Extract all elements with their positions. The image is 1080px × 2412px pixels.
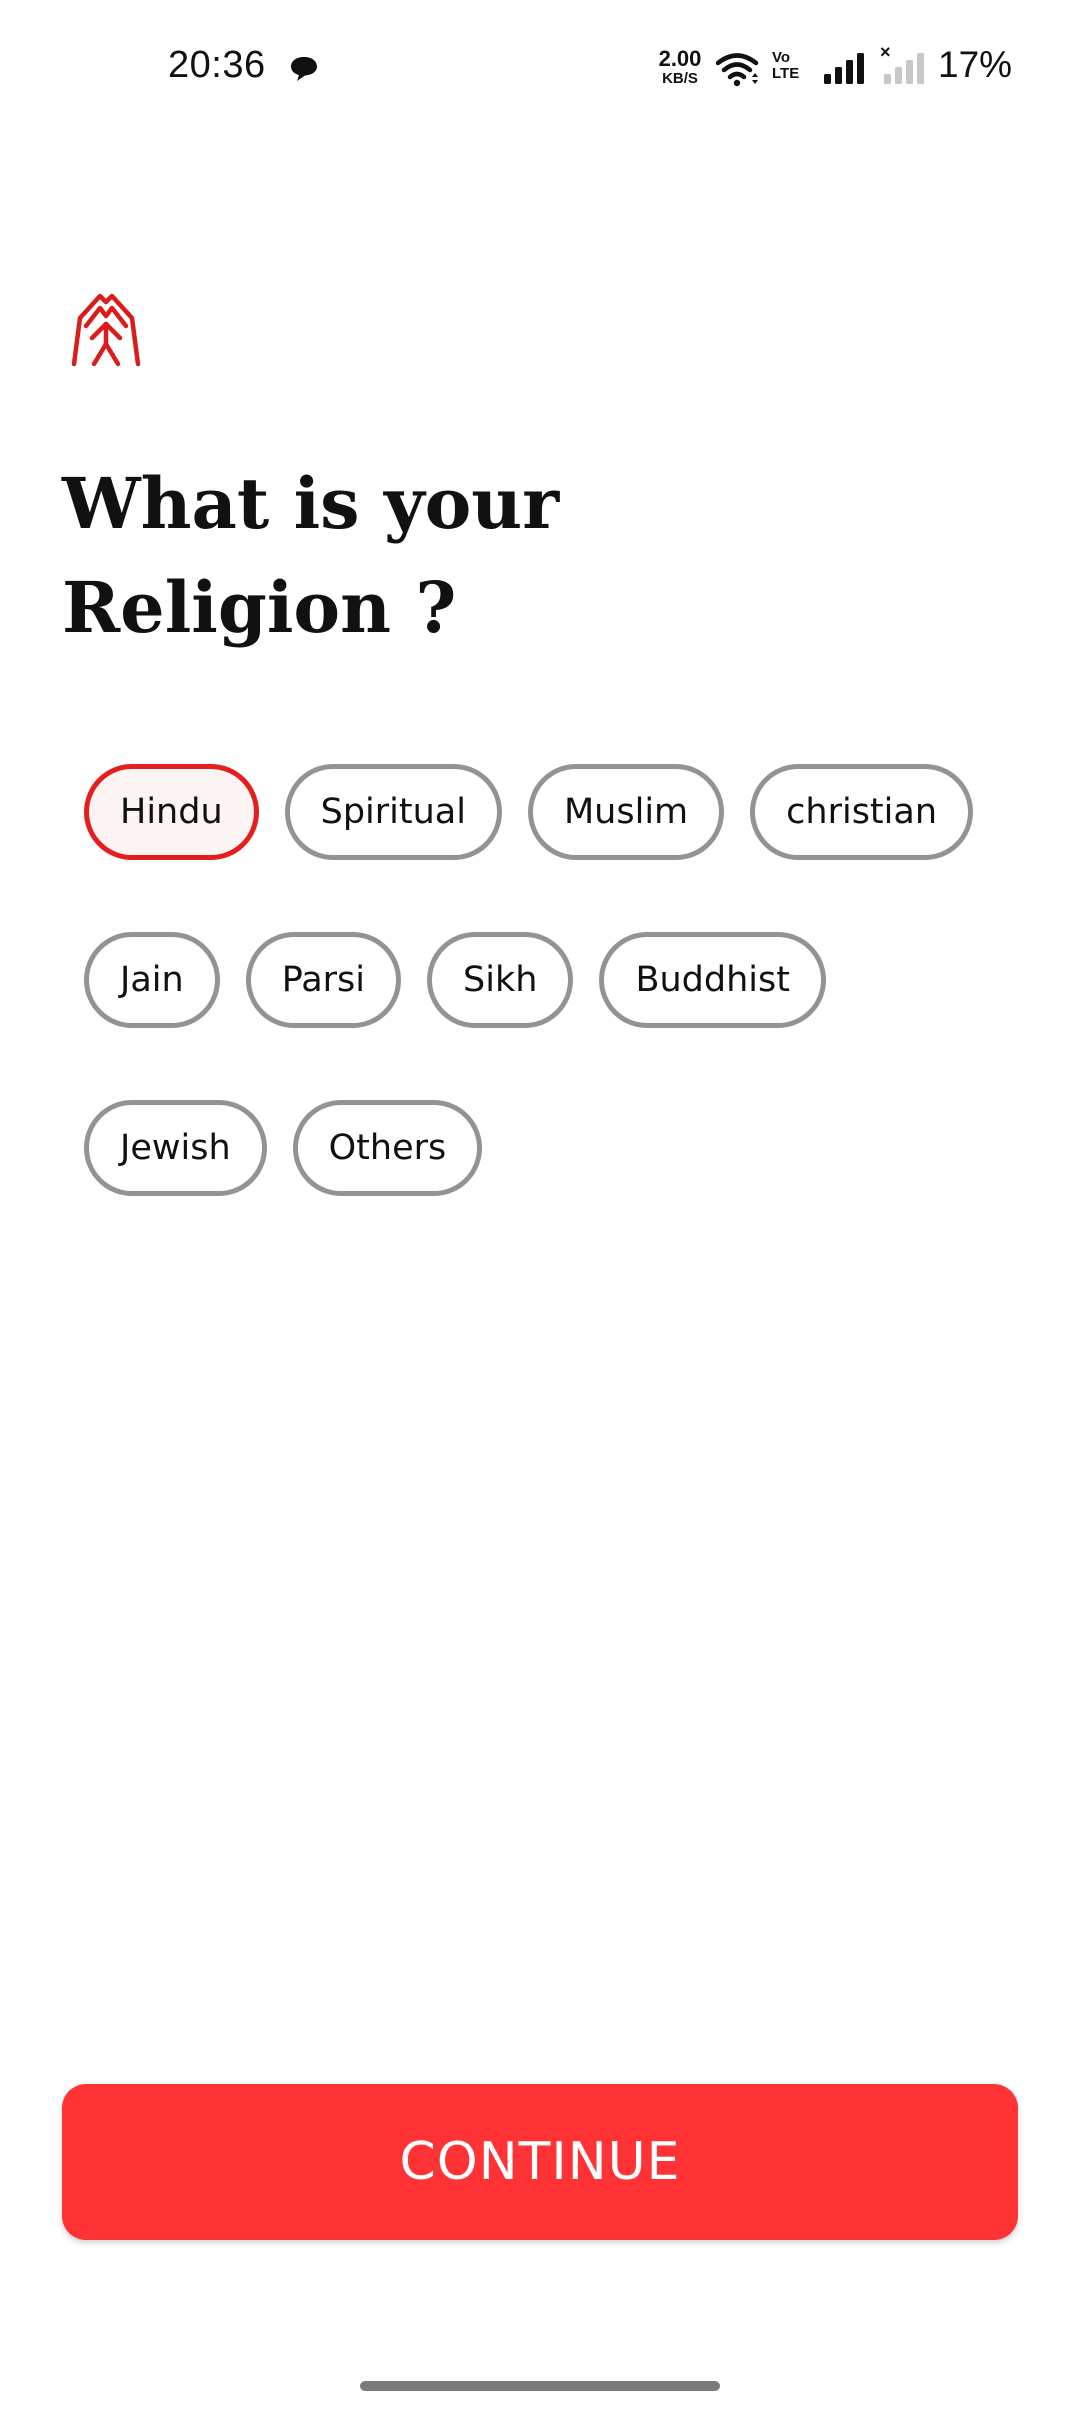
option-chip-buddhist[interactable]: Buddhist [599, 932, 826, 1028]
status-time: 20:36 [168, 44, 266, 86]
page-title-line-1: What is your [62, 462, 560, 545]
option-chip-christian[interactable]: christian [750, 764, 974, 860]
network-speed-unit: KB/S [662, 70, 698, 87]
praying-hands-logo [71, 293, 141, 367]
network-speed-value: 2.00 [658, 46, 702, 71]
option-chip-spiritual[interactable]: Spiritual [284, 764, 502, 860]
message-bubble-icon [291, 57, 317, 81]
page-title: What is your Religion ? [62, 452, 702, 660]
religion-options: Hindu Spiritual Muslim christian Jain Pa… [84, 764, 1004, 1196]
volte-bottom-text: LTE [772, 65, 800, 82]
status-bar: 20:36 2.00 KB/S Vo LTE × 17% [0, 0, 1080, 140]
page-title-line-2: Religion ? [62, 566, 457, 649]
option-chip-sikh[interactable]: Sikh [427, 932, 574, 1028]
option-chip-hindu[interactable]: Hindu [84, 764, 259, 860]
signal-strength-icon [824, 53, 864, 84]
option-chip-parsi[interactable]: Parsi [245, 932, 402, 1028]
option-chip-jewish[interactable]: Jewish [84, 1100, 267, 1196]
wifi-icon [715, 53, 759, 87]
option-chip-jain[interactable]: Jain [84, 932, 220, 1028]
home-gesture-bar[interactable] [360, 2381, 720, 2391]
continue-button[interactable]: CONTINUE [62, 2084, 1018, 2240]
volte-icon: Vo LTE [772, 50, 810, 82]
battery-percentage: 17% [938, 44, 1013, 85]
signal-no-service-icon: × [880, 42, 928, 86]
option-chip-muslim[interactable]: Muslim [527, 764, 725, 860]
volte-top-text: Vo [772, 49, 791, 66]
network-speed: 2.00 KB/S [652, 46, 708, 87]
option-chip-others[interactable]: Others [292, 1100, 483, 1196]
